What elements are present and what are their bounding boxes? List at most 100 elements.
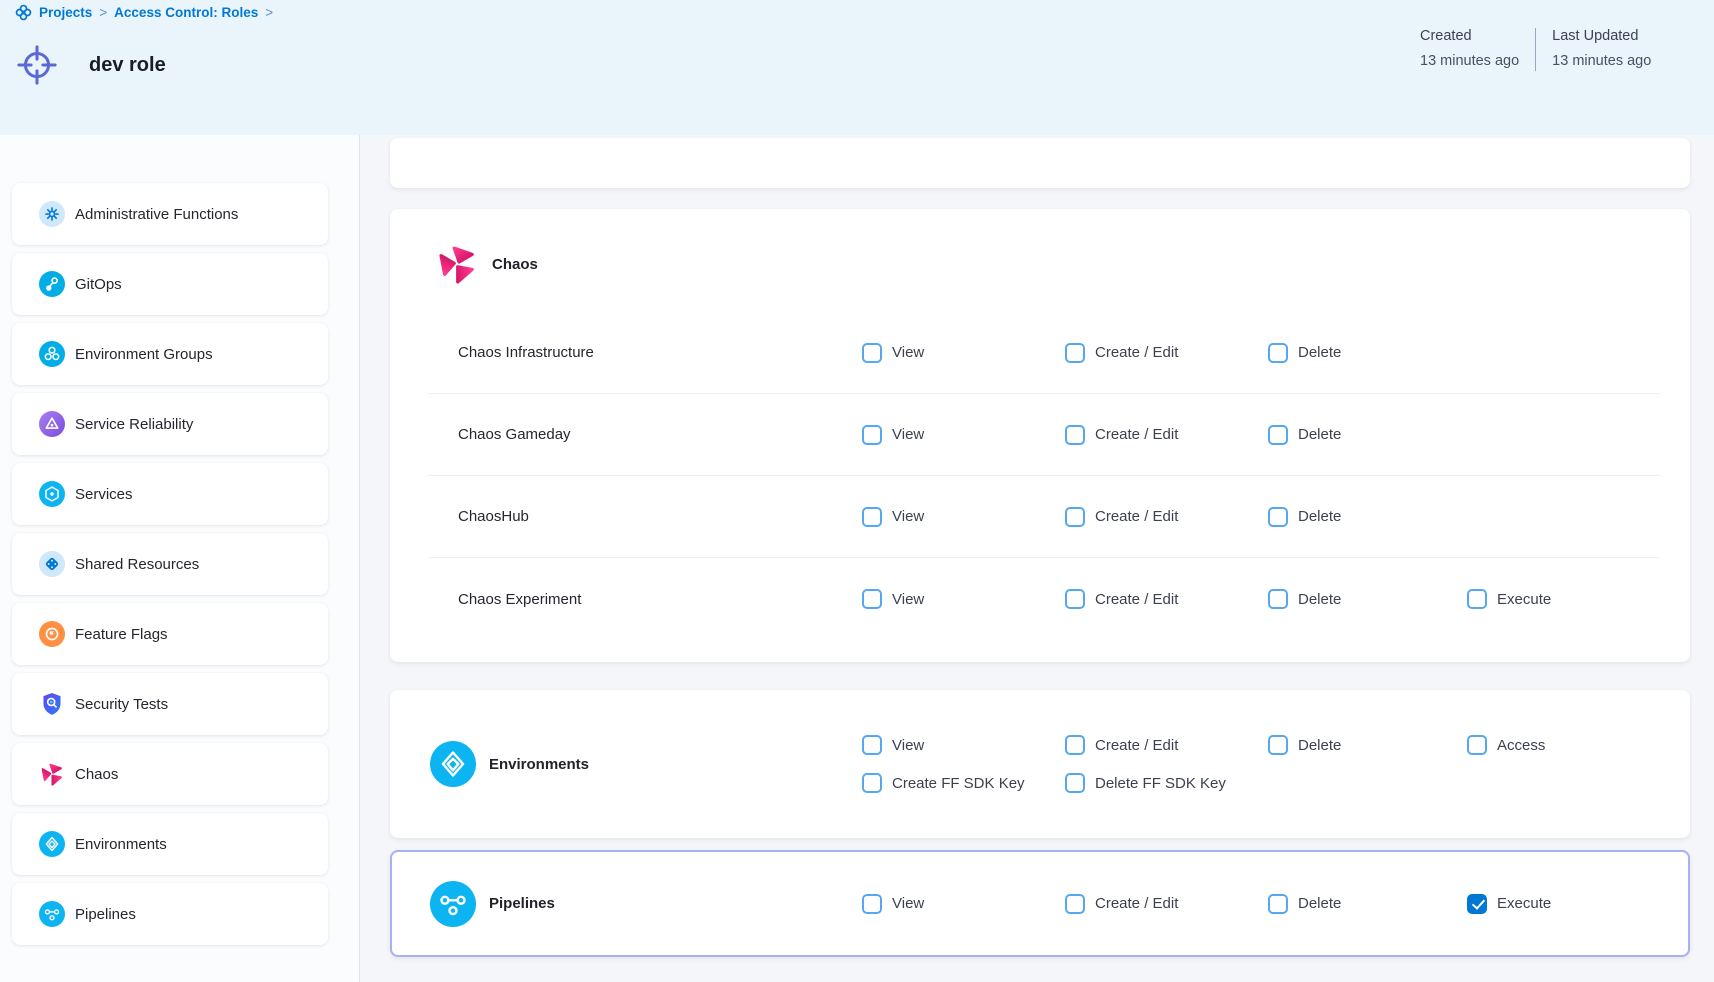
- checkbox-view[interactable]: [862, 425, 882, 445]
- permission-create-edit: Create / Edit: [1065, 343, 1268, 363]
- checkbox-delete[interactable]: [1268, 507, 1288, 527]
- sidebar-item-security-tests[interactable]: Security Tests: [12, 673, 328, 735]
- checkbox-create-edit[interactable]: [1065, 343, 1085, 363]
- permission-delete: Delete: [1268, 507, 1467, 527]
- permission-delete: Delete: [1268, 589, 1467, 609]
- sidebar-item-environment-groups[interactable]: Environment Groups: [12, 323, 328, 385]
- page-header: Projects > Access Control: Roles > dev r…: [0, 0, 1714, 135]
- permission-row: ViewCreate / EditDeleteAccess: [862, 726, 1690, 764]
- checkbox-create-edit[interactable]: [1065, 425, 1085, 445]
- sidebar-item-chaos[interactable]: Chaos: [12, 743, 328, 805]
- resource-card-environments: EnvironmentsViewCreate / EditDeleteAcces…: [390, 690, 1690, 838]
- sidebar-item-services[interactable]: Services: [12, 463, 328, 525]
- chaos-icon: [39, 761, 65, 787]
- created-label: Created: [1420, 26, 1519, 46]
- resource-group-header-environments: Environments: [390, 741, 862, 787]
- permission-view: View: [862, 343, 1065, 363]
- breadcrumb-roles-link[interactable]: Access Control: Roles: [114, 5, 258, 20]
- permission-label: Delete FF SDK Key: [1095, 775, 1226, 792]
- permission-delete: Delete: [1268, 894, 1467, 914]
- environments-icon: [430, 741, 476, 787]
- admin-functions-icon: [39, 201, 65, 227]
- permission-label: Create / Edit: [1095, 426, 1178, 443]
- sidebar-item-administrative-functions[interactable]: Administrative Functions: [12, 183, 328, 245]
- checkbox-delete-ff-sdk-key[interactable]: [1065, 773, 1085, 793]
- permission-create-edit: Create / Edit: [1065, 425, 1268, 445]
- created-meta: Created 13 minutes ago: [1420, 26, 1519, 71]
- checkbox-create-ff-sdk-key[interactable]: [862, 773, 882, 793]
- sidebar-item-pipelines[interactable]: Pipelines: [12, 883, 328, 945]
- permission-label: Create / Edit: [1095, 344, 1178, 361]
- permission-label: View: [892, 344, 924, 361]
- sidebar-item-shared-resources[interactable]: Shared Resources: [12, 533, 328, 595]
- sidebar-item-label: Services: [75, 486, 133, 503]
- last-updated-label: Last Updated: [1552, 26, 1651, 46]
- environment-groups-icon: [39, 341, 65, 367]
- checkbox-view[interactable]: [862, 589, 882, 609]
- resources-sidebar: Administrative Functions GitOps Environmen…: [0, 135, 360, 982]
- sidebar-item-environments[interactable]: Environments: [12, 813, 328, 875]
- service-reliability-icon: [39, 411, 65, 437]
- checkbox-delete[interactable]: [1268, 343, 1288, 363]
- services-icon: [39, 481, 65, 507]
- checkbox-create-edit[interactable]: [1065, 589, 1085, 609]
- permission-label: Create / Edit: [1095, 591, 1178, 608]
- checkbox-view[interactable]: [862, 507, 882, 527]
- checkbox-view[interactable]: [862, 894, 882, 914]
- sidebar-item-label: Environment Groups: [75, 346, 213, 363]
- shared-resources-icon: [39, 551, 65, 577]
- permission-execute: Execute: [1467, 589, 1660, 609]
- sidebar-item-gitops[interactable]: GitOps: [12, 253, 328, 315]
- page-title: dev role: [89, 54, 166, 77]
- checkbox-access[interactable]: [1467, 735, 1487, 755]
- checkbox-execute[interactable]: [1467, 894, 1487, 914]
- pipelines-icon: [430, 881, 476, 927]
- checkbox-create-edit[interactable]: [1065, 894, 1085, 914]
- sidebar-item-label: Environments: [75, 836, 167, 853]
- permission-rows: ViewCreate / EditDeleteAccessCreate FF S…: [862, 726, 1690, 802]
- checkbox-create-edit[interactable]: [1065, 507, 1085, 527]
- permission-label: Delete: [1298, 426, 1341, 443]
- permission-label: Delete: [1298, 508, 1341, 525]
- checkbox-create-edit[interactable]: [1065, 735, 1085, 755]
- projects-grid-icon: [15, 4, 32, 21]
- permission-create-edit: Create / Edit: [1065, 894, 1268, 914]
- roles-detail-screen: Projects > Access Control: Roles > dev r…: [0, 0, 1714, 982]
- checkbox-delete[interactable]: [1268, 425, 1288, 445]
- permission-row-chaoshub: ChaosHubViewCreate / EditDelete: [428, 476, 1660, 558]
- checkbox-view[interactable]: [862, 735, 882, 755]
- resource-type-label: Chaos Gameday: [458, 426, 862, 443]
- feature-flags-icon: [39, 621, 65, 647]
- resource-type-label: ChaosHub: [458, 508, 862, 525]
- checkbox-view[interactable]: [862, 343, 882, 363]
- sidebar-item-label: Feature Flags: [75, 626, 168, 643]
- sidebar-item-service-reliability[interactable]: Service Reliability: [12, 393, 328, 455]
- breadcrumb-projects-link[interactable]: Projects: [39, 5, 92, 20]
- sidebar-item-feature-flags[interactable]: Feature Flags: [12, 603, 328, 665]
- checkbox-delete[interactable]: [1268, 735, 1288, 755]
- permission-label: Access: [1497, 737, 1545, 754]
- permission-label: Delete: [1298, 591, 1341, 608]
- permission-label: View: [892, 426, 924, 443]
- permission-label: Create FF SDK Key: [892, 775, 1025, 792]
- permission-view: View: [862, 894, 1065, 914]
- permission-label: View: [892, 591, 924, 608]
- permission-label: Create / Edit: [1095, 895, 1178, 912]
- resource-card-pipelines[interactable]: Pipelines View Create / Edit Delete Execute: [390, 850, 1690, 957]
- permission-label: Create / Edit: [1095, 737, 1178, 754]
- sidebar-item-label: Chaos: [75, 766, 118, 783]
- permission-rows: Chaos Infrastructure View Create / Edit Del…: [390, 312, 1690, 640]
- resource-type-label: Chaos Experiment: [458, 591, 862, 608]
- meta-divider: [1535, 28, 1536, 71]
- title-row: dev role: [16, 44, 166, 86]
- checkbox-execute[interactable]: [1467, 589, 1487, 609]
- permission-view: View: [862, 425, 1065, 445]
- permission-label: Execute: [1497, 895, 1551, 912]
- checkbox-delete[interactable]: [1268, 894, 1288, 914]
- permission-label: View: [892, 737, 924, 754]
- sidebar-item-label: Security Tests: [75, 696, 168, 713]
- permission-label: Delete: [1298, 895, 1341, 912]
- checkbox-delete[interactable]: [1268, 589, 1288, 609]
- resource-group-title: Pipelines: [489, 895, 555, 912]
- resource-type-label: Chaos Infrastructure: [458, 344, 862, 361]
